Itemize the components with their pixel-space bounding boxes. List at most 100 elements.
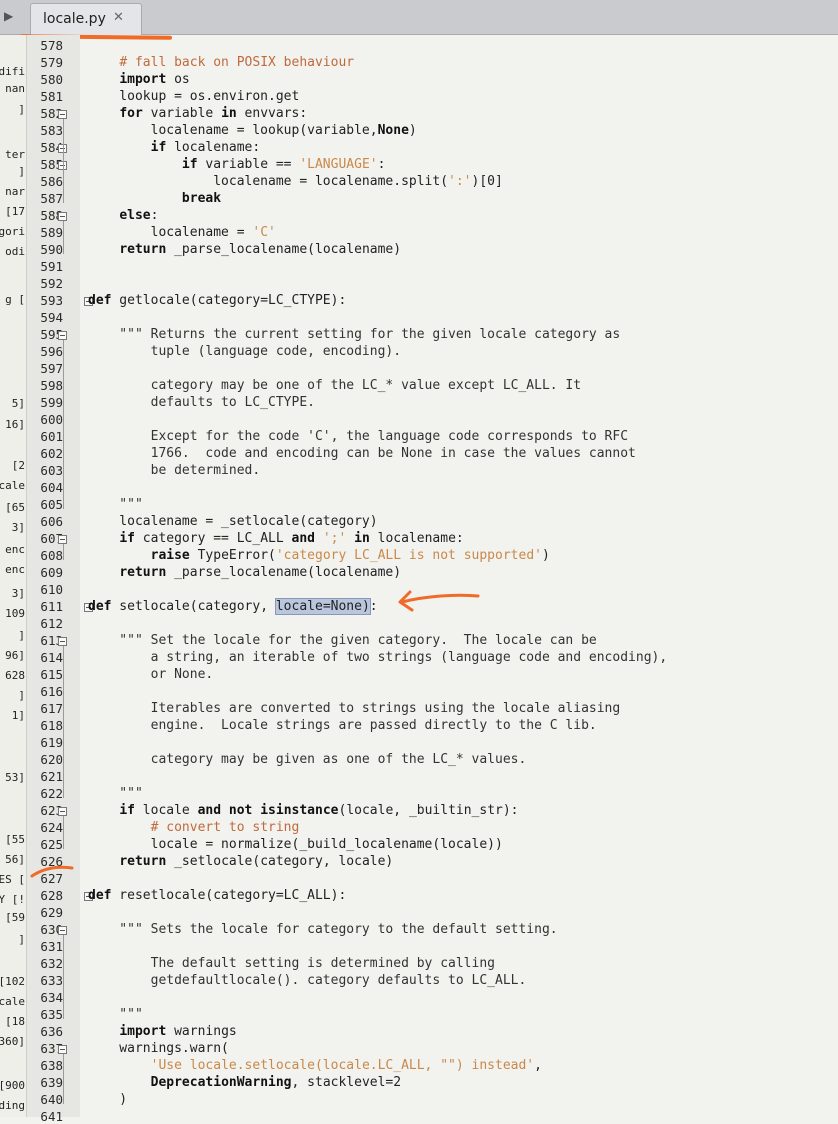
code-line[interactable]: 1766. code and encoding can be None in c… (88, 446, 636, 463)
outline-item[interactable]: 628 (5, 669, 25, 682)
outline-item[interactable]: g [ (5, 293, 25, 306)
outline-item[interactable]: 96] (5, 649, 25, 662)
outline-item[interactable]: 5] (12, 397, 25, 410)
code-line[interactable]: localename = _setlocale(category) (88, 514, 377, 531)
outline-item[interactable]: ES [ (0, 873, 25, 886)
code-line[interactable]: ) (88, 1092, 127, 1109)
outline-item[interactable]: 53] (5, 771, 25, 784)
code-token: setlocale(category, (111, 599, 276, 614)
outline-item[interactable]: enc (5, 543, 25, 556)
code-line[interactable]: defaults to LC_CTYPE. (88, 395, 315, 412)
outline-item[interactable]: [2 (12, 459, 25, 472)
fold-toggle-icon[interactable] (58, 807, 67, 816)
outline-item[interactable]: ] (18, 629, 25, 642)
code-line[interactable]: """ (88, 786, 143, 803)
code-line[interactable]: """ (88, 1007, 143, 1024)
code-line[interactable]: warnings.warn( (88, 1041, 229, 1058)
code-line[interactable]: # convert to string (88, 820, 300, 837)
code-line[interactable]: if variable == 'LANGUAGE': (88, 157, 386, 174)
code-line[interactable]: if category == LC_ALL and ';' in localen… (88, 531, 463, 548)
code-line[interactable]: be determined. (88, 463, 261, 480)
outline-item[interactable]: [900 (0, 1079, 25, 1092)
outline-item[interactable]: 3] (12, 587, 25, 600)
code-line[interactable]: tuple (language code, encoding). (88, 344, 401, 361)
code-line[interactable]: import os (88, 72, 189, 89)
outline-item[interactable]: [17 (5, 205, 25, 218)
code-line[interactable]: 'Use locale.setlocale(locale.LC_ALL, "")… (88, 1058, 542, 1075)
code-line[interactable]: for variable in envvars: (88, 106, 307, 123)
code-line[interactable]: break (88, 191, 221, 208)
code-line[interactable]: lookup = os.environ.get (88, 89, 299, 106)
outline-item[interactable]: ] (18, 933, 25, 946)
outline-item[interactable]: [18 (5, 1015, 25, 1028)
outline-item[interactable]: 1] (12, 709, 25, 722)
close-icon[interactable]: ✕ (113, 10, 124, 25)
tab-scroll-left-icon[interactable]: ▶ (4, 9, 13, 23)
code-line[interactable]: def setlocale(category, locale=None): (88, 598, 378, 616)
code-line[interactable]: if localename: (88, 140, 261, 157)
code-line[interactable]: a string, an iterable of two strings (la… (88, 650, 668, 667)
outline-item[interactable]: nar (5, 185, 25, 198)
code-line[interactable]: category may be one of the LC_* value ex… (88, 378, 581, 395)
outline-item[interactable]: enc (5, 563, 25, 576)
fold-toggle-icon[interactable] (58, 331, 67, 340)
code-line[interactable]: Except for the code 'C', the language co… (88, 429, 628, 446)
code-line[interactable]: raise TypeError('category LC_ALL is not … (88, 548, 550, 565)
outline-item[interactable]: C [59 (0, 911, 25, 924)
code-line[interactable]: return _setlocale(category, locale) (88, 854, 393, 871)
code-line[interactable]: engine. Locale strings are passed direct… (88, 718, 597, 735)
fold-toggle-icon[interactable] (58, 637, 67, 646)
code-line[interactable]: Iterables are converted to strings using… (88, 701, 621, 718)
code-line[interactable]: return _parse_localename(localename) (88, 565, 401, 582)
outline-item[interactable]: nan (5, 82, 25, 95)
code-line[interactable]: """ Set the locale for the given categor… (88, 633, 596, 650)
outline-item[interactable]: gori (0, 225, 25, 238)
fold-toggle-icon[interactable] (58, 535, 67, 544)
outline-item[interactable]: 360] (0, 1035, 25, 1048)
outline-item[interactable]: difi (0, 65, 25, 78)
outline-item[interactable]: ] (18, 689, 25, 702)
outline-item[interactable]: 56] (5, 853, 25, 866)
code-line[interactable]: localename = lookup(variable,None) (88, 123, 417, 140)
outline-item[interactable]: 3] (12, 521, 25, 534)
fold-toggle-icon[interactable] (58, 110, 67, 119)
code-line[interactable]: else: (88, 208, 158, 225)
outline-item[interactable]: oding (0, 1099, 25, 1112)
outline-item[interactable]: 109 (5, 607, 25, 620)
code-line[interactable]: DeprecationWarning, stacklevel=2 (88, 1075, 401, 1092)
code-line[interactable]: The default setting is determined by cal… (88, 956, 495, 973)
code-line[interactable]: def getlocale(category=LC_CTYPE): (88, 293, 346, 310)
outline-item[interactable]: [102 (0, 975, 25, 988)
code-line[interactable]: if locale and not isinstance(locale, _bu… (88, 803, 518, 820)
fold-toggle-icon[interactable] (58, 212, 67, 221)
code-line[interactable]: localename = 'C' (88, 225, 276, 242)
code-line[interactable]: """ Sets the locale for category to the … (88, 922, 557, 939)
fold-toggle-icon[interactable] (58, 926, 67, 935)
code-line[interactable]: def resetlocale(category=LC_ALL): (88, 888, 346, 905)
code-line[interactable]: """ (88, 497, 143, 514)
fold-toggle-icon[interactable] (58, 1045, 67, 1054)
outline-item[interactable]: ] (18, 165, 25, 178)
code-line[interactable]: locale = normalize(_build_localename(loc… (88, 837, 503, 854)
code-line[interactable]: getdefaultlocale(). category defaults to… (88, 973, 527, 990)
outline-item[interactable]: odi (5, 245, 25, 258)
code-editor[interactable]: # fall back on POSIX behaviour import os… (80, 35, 838, 1117)
outline-item[interactable]: [55 (5, 833, 25, 846)
code-line[interactable]: category may be given as one of the LC_*… (88, 752, 527, 769)
code-line[interactable]: or None. (88, 667, 214, 684)
outline-item[interactable]: ocale (0, 995, 25, 1008)
outline-item[interactable]: RY [! (0, 893, 25, 906)
outline-item[interactable]: 16] (5, 418, 25, 431)
outline-item[interactable]: cale (0, 479, 25, 492)
tab-locale-py[interactable]: locale.py ✕ (30, 3, 142, 35)
outline-item[interactable]: [65 (5, 501, 25, 514)
outline-item[interactable]: ter (5, 148, 25, 161)
code-line[interactable]: return _parse_localename(localename) (88, 242, 401, 259)
code-line[interactable]: localename = localename.split(':')[0] (88, 174, 503, 191)
code-line[interactable]: # fall back on POSIX behaviour (88, 55, 354, 72)
code-line[interactable]: import warnings (88, 1024, 236, 1041)
code-line[interactable]: """ Returns the current setting for the … (88, 327, 620, 344)
outline-item[interactable]: ] (18, 103, 25, 116)
